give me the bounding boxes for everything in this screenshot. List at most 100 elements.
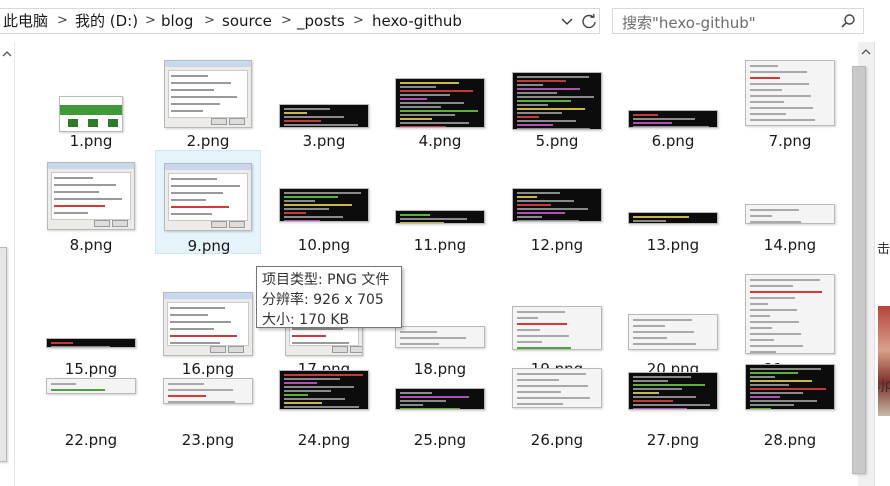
breadcrumb-hexo-github[interactable]: hexo-github	[372, 12, 462, 30]
navigation-scroll-thumb[interactable]	[0, 247, 7, 462]
file-info-tooltip: 项目类型: PNG 文件 分辨率: 926 x 705 大小: 170 KB	[256, 266, 402, 328]
peek-text: .jp	[877, 378, 890, 393]
file-thumbnail[interactable]	[395, 326, 485, 348]
scroll-up-arrow-icon[interactable]	[861, 48, 871, 56]
file-name[interactable]: 25.png	[387, 431, 493, 449]
file-item[interactable]: 28.png	[737, 358, 843, 462]
file-thumbnail[interactable]	[395, 210, 485, 224]
file-item[interactable]: 7.png	[737, 46, 843, 150]
file-grid: 1.png 2.png 3.png 4.png 5.png 6.png 7.png 8.png…	[38, 42, 858, 486]
peek-text: 击	[877, 242, 890, 257]
file-item[interactable]: 13.png	[620, 150, 726, 254]
file-thumbnail[interactable]	[395, 388, 485, 410]
file-name[interactable]: 6.png	[620, 132, 726, 150]
search-box[interactable]: 搜索"hexo-github"	[612, 8, 864, 34]
file-name[interactable]: 27.png	[620, 431, 726, 449]
file-thumbnail[interactable]	[745, 204, 835, 224]
file-thumbnail[interactable]	[163, 378, 253, 404]
file-thumbnail[interactable]	[628, 212, 718, 224]
breadcrumb-separator-icon[interactable]: >	[204, 13, 215, 28]
breadcrumb-separator-icon[interactable]: >	[281, 13, 292, 28]
breadcrumb-drive-d[interactable]: 我的 (D:)	[75, 12, 138, 30]
breadcrumb-blog[interactable]: blog	[161, 12, 193, 30]
file-thumbnail[interactable]	[745, 60, 835, 126]
search-icon[interactable]	[839, 12, 857, 30]
file-thumbnail[interactable]	[628, 372, 718, 410]
file-thumbnail[interactable]	[512, 188, 602, 222]
file-name[interactable]: 13.png	[620, 236, 726, 254]
file-item[interactable]: 23.png	[155, 358, 261, 462]
file-thumbnail[interactable]	[46, 338, 136, 348]
file-thumbnail[interactable]	[395, 78, 485, 128]
file-name[interactable]: 24.png	[271, 431, 377, 449]
chevron-up-icon[interactable]	[2, 50, 12, 58]
file-item[interactable]: 27.png	[620, 358, 726, 462]
breadcrumb-separator-icon[interactable]: >	[145, 13, 156, 28]
file-name[interactable]: 9.png	[156, 237, 262, 255]
file-name[interactable]: 2.png	[155, 132, 261, 150]
file-item[interactable]: 10.png	[271, 150, 377, 254]
file-name[interactable]: 5.png	[504, 132, 610, 150]
file-name[interactable]: 28.png	[737, 431, 843, 449]
file-item[interactable]: 6.png	[620, 46, 726, 150]
scroll-thumb[interactable]	[852, 66, 866, 474]
file-thumbnail[interactable]	[628, 314, 718, 350]
file-thumbnail[interactable]	[164, 163, 252, 231]
file-name[interactable]: 12.png	[504, 236, 610, 254]
file-item[interactable]: 2.png	[155, 46, 261, 150]
file-name[interactable]: 11.png	[387, 236, 493, 254]
tooltip-resolution: 分辨率: 926 x 705	[262, 292, 384, 308]
chevron-down-icon[interactable]	[560, 13, 574, 29]
file-item[interactable]: 5.png	[504, 46, 610, 150]
tooltip-size: 大小: 170 KB	[262, 312, 350, 328]
breadcrumb-separator-icon[interactable]: >	[57, 13, 68, 28]
file-name[interactable]: 23.png	[155, 431, 261, 449]
file-name[interactable]: 26.png	[504, 431, 610, 449]
refresh-icon[interactable]	[580, 12, 598, 30]
breadcrumb-posts[interactable]: _posts	[297, 12, 345, 30]
file-thumbnail[interactable]	[47, 162, 135, 230]
file-item[interactable]: 25.png	[387, 358, 493, 462]
file-thumbnail[interactable]	[59, 96, 123, 132]
search-input[interactable]: 搜索"hexo-github"	[622, 12, 756, 33]
file-item[interactable]: 4.png	[387, 46, 493, 150]
file-thumbnail[interactable]	[745, 274, 835, 354]
file-item[interactable]: 14.png	[737, 150, 843, 254]
file-thumbnail[interactable]	[164, 60, 252, 128]
file-thumbnail[interactable]	[512, 306, 602, 350]
vertical-scrollbar[interactable]	[852, 42, 874, 486]
file-thumbnail[interactable]	[512, 72, 602, 130]
file-name[interactable]: 22.png	[38, 431, 144, 449]
navigation-pane-scroll[interactable]	[0, 42, 15, 486]
breadcrumb-separator-icon[interactable]: >	[353, 13, 364, 28]
file-thumbnail[interactable]	[628, 110, 718, 128]
file-item[interactable]: 11.png	[387, 150, 493, 254]
file-name[interactable]: 14.png	[737, 236, 843, 254]
file-name[interactable]: 8.png	[38, 236, 144, 254]
file-item[interactable]: 26.png	[504, 358, 610, 462]
file-item[interactable]: 22.png	[38, 358, 144, 462]
file-thumbnail[interactable]	[279, 188, 369, 222]
file-thumbnail[interactable]	[512, 368, 602, 408]
file-name[interactable]: 3.png	[271, 132, 377, 150]
file-name[interactable]: 7.png	[737, 132, 843, 150]
breadcrumb-this-pc[interactable]: 此电脑	[3, 12, 48, 30]
adjacent-window-edge: 击 .jp	[874, 42, 890, 486]
file-thumbnail[interactable]	[46, 378, 136, 394]
file-item[interactable]: 3.png	[271, 46, 377, 150]
file-thumbnail[interactable]	[163, 292, 253, 356]
file-item[interactable]: 8.png	[38, 150, 144, 254]
file-thumbnail[interactable]	[279, 370, 369, 410]
file-thumbnail[interactable]	[745, 364, 835, 410]
file-item[interactable]: 24.png	[271, 358, 377, 462]
file-item[interactable]: 9.png	[155, 150, 262, 255]
file-name[interactable]: 4.png	[387, 132, 493, 150]
file-name[interactable]: 1.png	[38, 132, 144, 150]
file-item[interactable]: 12.png	[504, 150, 610, 254]
address-bar[interactable]: 此电脑 > 我的 (D:) > blog > source > _posts >…	[0, 8, 600, 34]
peek-image	[878, 306, 890, 416]
file-item[interactable]: 1.png	[38, 46, 144, 150]
file-name[interactable]: 10.png	[271, 236, 377, 254]
file-thumbnail[interactable]	[279, 104, 369, 128]
breadcrumb-source[interactable]: source	[222, 12, 272, 30]
